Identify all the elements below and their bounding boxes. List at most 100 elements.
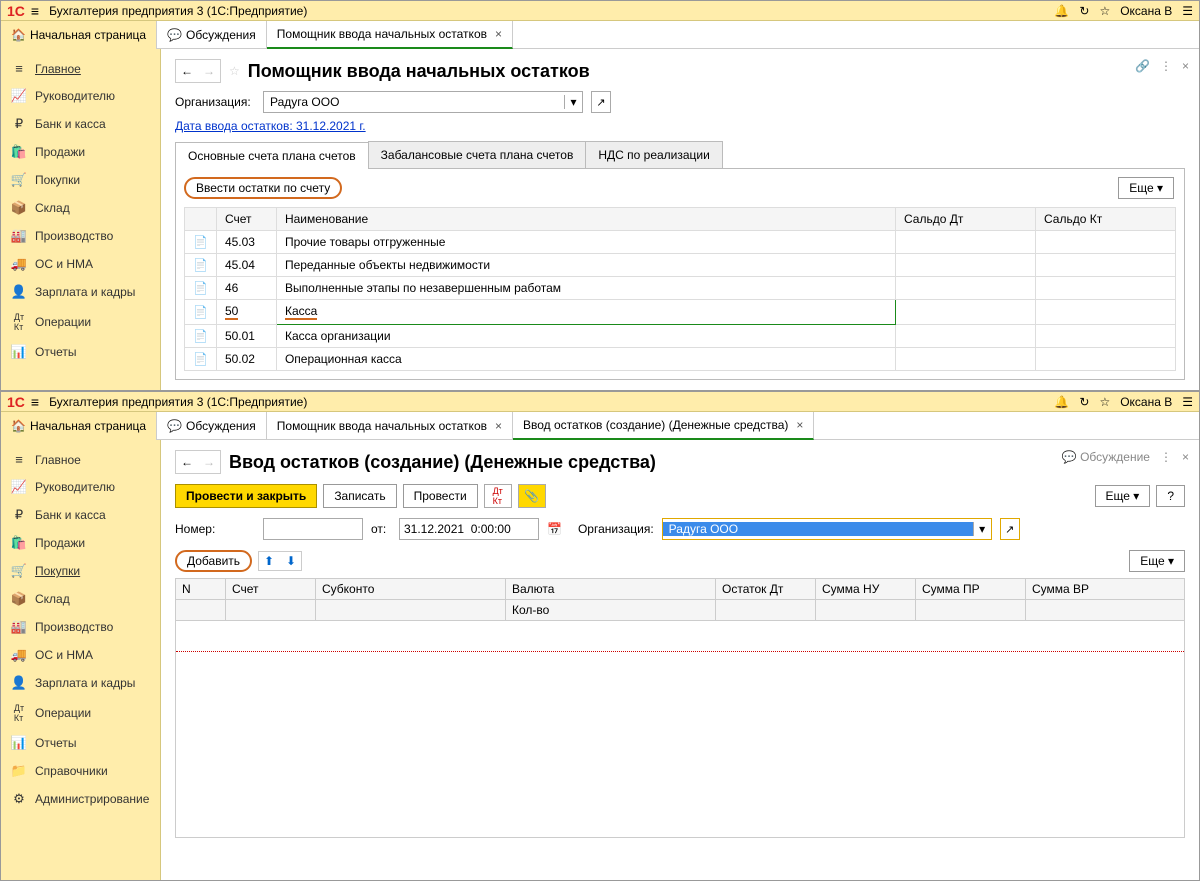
settings-lines-icon[interactable]: ☰: [1182, 4, 1193, 18]
col-currency[interactable]: Валюта: [506, 579, 716, 599]
sidebar-item-hr[interactable]: 👤Зарплата и кадры: [1, 669, 160, 697]
sidebar-item-assets[interactable]: 🚚ОС и НМА: [1, 250, 160, 278]
enter-balances-button[interactable]: Ввести остатки по счету: [184, 177, 342, 199]
hamburger-icon[interactable]: ≡: [31, 3, 39, 19]
star-icon[interactable]: ☆: [229, 64, 240, 78]
sidebar-item-assets[interactable]: 🚚ОС и НМА: [1, 641, 160, 669]
date-input[interactable]: [399, 518, 539, 540]
discussion-link[interactable]: 💬 Обсуждение: [1062, 450, 1150, 464]
tab-discussions[interactable]: 💬Обсуждения: [157, 21, 267, 49]
dropdown-icon[interactable]: ▾: [564, 95, 582, 109]
star-icon[interactable]: ☆: [1099, 4, 1110, 18]
tab-home[interactable]: 🏠Начальная страница: [1, 412, 157, 440]
table-row[interactable]: 📄45.03Прочие товары отгруженные: [185, 231, 1176, 254]
settings-lines-icon[interactable]: ☰: [1182, 395, 1193, 409]
user-name[interactable]: Оксана В: [1120, 4, 1172, 18]
col-n[interactable]: N: [176, 579, 226, 599]
col-sdt[interactable]: Сальдо Дт: [896, 208, 1036, 231]
table-row[interactable]: 📄50.02Операционная касса: [185, 348, 1176, 371]
dropdown-icon[interactable]: ▾: [973, 522, 991, 536]
col-sum-vr[interactable]: Сумма ВР: [1026, 579, 1184, 599]
date-link[interactable]: Дата ввода остатков: 31.12.2021 г.: [175, 119, 366, 133]
tab-offbalance[interactable]: Забалансовые счета плана счетов: [368, 141, 587, 168]
sidebar-item-production[interactable]: 🏭Производство: [1, 613, 160, 641]
nav-forward[interactable]: →: [198, 451, 220, 473]
nav-back[interactable]: ←: [176, 60, 198, 82]
sidebar-item-main[interactable]: ≡Главное: [1, 55, 160, 82]
col-balance-dt[interactable]: Остаток Дт: [716, 579, 816, 599]
link-icon[interactable]: 🔗: [1135, 59, 1150, 73]
sidebar-item-reports[interactable]: 📊Отчеты: [1, 338, 160, 366]
bell-icon[interactable]: 🔔: [1054, 4, 1069, 18]
history-icon[interactable]: ↻: [1079, 395, 1089, 409]
dtkt-button[interactable]: ДтКт: [484, 484, 512, 508]
tab-assistant[interactable]: Помощник ввода начальных остатков×: [267, 412, 513, 440]
col-sum-pr[interactable]: Сумма ПР: [916, 579, 1026, 599]
user-name[interactable]: Оксана В: [1120, 395, 1172, 409]
sidebar-item-operations[interactable]: ДтКтОперации: [1, 306, 160, 338]
tab-home[interactable]: 🏠Начальная страница: [1, 21, 157, 49]
add-button[interactable]: Добавить: [175, 550, 252, 572]
star-icon[interactable]: ☆: [1099, 395, 1110, 409]
col-skt[interactable]: Сальдо Кт: [1036, 208, 1176, 231]
attach-button[interactable]: 📎: [518, 484, 546, 508]
col-code[interactable]: Счет: [216, 208, 276, 231]
number-input[interactable]: [263, 518, 363, 540]
open-ref-button[interactable]: ↗: [1000, 518, 1020, 540]
sidebar-item-hr[interactable]: 👤Зарплата и кадры: [1, 278, 160, 306]
close-icon[interactable]: ×: [491, 27, 502, 41]
sidebar-item-stock[interactable]: 📦Склад: [1, 194, 160, 222]
sidebar-item-operations[interactable]: ДтКтОперации: [1, 697, 160, 729]
table-row-selected[interactable]: 📄50Касса: [185, 300, 1176, 325]
more-button[interactable]: Еще ▾: [1129, 550, 1185, 572]
sidebar-item-bank[interactable]: ₽Банк и касса: [1, 501, 160, 529]
sidebar-item-purchases[interactable]: 🛒Покупки: [1, 166, 160, 194]
open-ref-button[interactable]: ↗: [591, 91, 611, 113]
col-account[interactable]: Счет: [226, 579, 316, 599]
table-row[interactable]: 📄46Выполненные этапы по незавершенным ра…: [185, 277, 1176, 300]
sidebar-item-production[interactable]: 🏭Производство: [1, 222, 160, 250]
col-qty[interactable]: Кол-во: [506, 600, 716, 620]
table-row[interactable]: 📄50.01Касса организации: [185, 325, 1176, 348]
kebab-icon[interactable]: ⋮: [1160, 59, 1172, 73]
col-name[interactable]: Наименование: [276, 208, 895, 231]
sidebar-item-main[interactable]: ≡Главное: [1, 446, 160, 473]
move-up-icon[interactable]: ⬆: [259, 552, 279, 570]
sidebar-item-sales[interactable]: 🛍️Продажи: [1, 529, 160, 557]
tab-entry[interactable]: Ввод остатков (создание) (Денежные средс…: [513, 412, 814, 440]
history-icon[interactable]: ↻: [1079, 4, 1089, 18]
more-button[interactable]: Еще ▾: [1118, 177, 1174, 199]
sidebar-item-manager[interactable]: 📈Руководителю: [1, 473, 160, 501]
bell-icon[interactable]: 🔔: [1054, 395, 1069, 409]
tab-main-accounts[interactable]: Основные счета плана счетов: [175, 142, 369, 169]
sidebar-item-admin[interactable]: ⚙Администрирование: [1, 785, 160, 813]
nav-forward[interactable]: →: [198, 60, 220, 82]
close-icon[interactable]: ×: [1182, 59, 1189, 73]
nav-back[interactable]: ←: [176, 451, 198, 473]
col-subconto[interactable]: Субконто: [316, 579, 506, 599]
kebab-icon[interactable]: ⋮: [1160, 450, 1172, 464]
sidebar-item-bank[interactable]: ₽Банк и касса: [1, 110, 160, 138]
close-icon[interactable]: ×: [491, 419, 502, 433]
org-input[interactable]: Радуга ООО ▾: [662, 518, 992, 540]
more-button[interactable]: Еще ▾: [1095, 485, 1151, 507]
hamburger-icon[interactable]: ≡: [31, 394, 39, 410]
sidebar-item-refs[interactable]: 📁Справочники: [1, 757, 160, 785]
close-icon[interactable]: ×: [792, 418, 803, 432]
post-button[interactable]: Провести: [403, 484, 478, 508]
tab-discussions[interactable]: 💬Обсуждения: [157, 412, 267, 440]
move-down-icon[interactable]: ⬇: [281, 552, 301, 570]
close-icon[interactable]: ×: [1182, 450, 1189, 464]
sidebar-item-manager[interactable]: 📈Руководителю: [1, 82, 160, 110]
org-input[interactable]: Радуга ООО ▾: [263, 91, 583, 113]
table-row[interactable]: 📄45.04Переданные объекты недвижимости: [185, 254, 1176, 277]
tab-assistant[interactable]: Помощник ввода начальных остатков×: [267, 21, 513, 49]
save-button[interactable]: Записать: [323, 484, 396, 508]
sidebar-item-sales[interactable]: 🛍️Продажи: [1, 138, 160, 166]
sidebar-item-reports[interactable]: 📊Отчеты: [1, 729, 160, 757]
help-button[interactable]: ?: [1156, 485, 1185, 507]
col-sum-nu[interactable]: Сумма НУ: [816, 579, 916, 599]
sidebar-item-stock[interactable]: 📦Склад: [1, 585, 160, 613]
calendar-icon[interactable]: 📅: [547, 522, 562, 536]
post-and-close-button[interactable]: Провести и закрыть: [175, 484, 317, 508]
